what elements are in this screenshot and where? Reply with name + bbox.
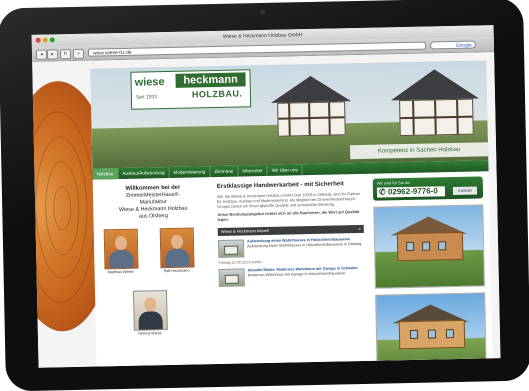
search-label: Google: [455, 42, 472, 49]
half-timbered-house: [277, 101, 346, 137]
nav-item-ausbau[interactable]: Ausbau/Aufstockung: [118, 166, 170, 180]
nav-item-wir-ueber-uns[interactable]: Wir über uns: [267, 164, 303, 176]
tablet-screen: Wiese & Heckmann Holzbau GmbH ◂ ▸ ↻ + ww…: [31, 25, 501, 368]
avatar: [159, 227, 195, 269]
house-roof-2: [390, 68, 480, 101]
team-member-name: Helmut Wiese: [138, 331, 162, 336]
sidebar-column: Wir sind für Sie da ✆ 02962-9776-0 Konta…: [367, 174, 493, 368]
house-roof: [270, 75, 352, 103]
news-date[interactable]: Freitag 23.06.2013 weiter...: [218, 258, 364, 265]
logo-subtitle: HOLZBAU.: [191, 88, 243, 100]
nav-item-holzbau[interactable]: Holzbau: [92, 168, 119, 180]
contact-label: Wir sind für Sie da: [376, 179, 410, 186]
nav-item-infocenter[interactable]: Infocenter: [238, 164, 268, 177]
phone-number-text: 02962-9776-0: [387, 186, 438, 197]
team-member[interactable]: Ralf Heckmann: [159, 227, 195, 274]
welcome-line-4: Wiese & Heckmann Holzbau: [118, 205, 188, 214]
page-background: wiese heckmann Seit 1933 HOLZBAU. Kompet…: [31, 52, 501, 368]
news-item[interactable]: Aufstockung eines Wohnhauses in Holzrahm…: [217, 237, 364, 258]
site-logo[interactable]: wiese heckmann Seit 1933 HOLZBAU.: [130, 69, 252, 110]
intro-paragraph: Wir, die Wiese & Heckmann Holzbau GmbH (…: [216, 191, 360, 209]
house-photo-1[interactable]: [373, 204, 485, 289]
welcome-column: Willkommen bei der ZimmerMeisterHaus®- M…: [93, 180, 217, 366]
team-member-name: Matthias Wiese: [107, 269, 134, 275]
main-headline: Erstklassige Handwerkarbeit - mit Sicher…: [216, 181, 344, 190]
welcome-text: Willkommen bei der ZimmerMeisterHaus®- M…: [93, 184, 214, 222]
team-photos: Matthias Wiese Ralf Heckmann Helmut Wies…: [94, 227, 217, 368]
contact-button[interactable]: Kontakt: [452, 186, 478, 196]
camera-icon: [260, 9, 266, 16]
news-thumbnail: [217, 239, 245, 258]
header-slogan: Kompetenz in Sachen Holzbau: [349, 142, 489, 160]
search-input[interactable]: Google: [429, 40, 476, 50]
news-arrow-icon[interactable]: »: [358, 225, 360, 233]
news-text: Aufstockung eines Wohnhauses in Holzrahm…: [247, 237, 363, 257]
forward-icon[interactable]: ▸: [46, 49, 59, 60]
avatar: [132, 290, 168, 331]
news-text: Aktuelle Bilder: Modernes Wohnhaus mit G…: [248, 266, 358, 286]
logo-word-heckmann: heckmann: [175, 72, 246, 88]
avatar: [103, 228, 139, 270]
reload-icon[interactable]: ↻: [59, 49, 72, 60]
welcome-line-2: ZimmerMeisterHaus®-: [125, 191, 181, 199]
contact-box: Wir sind für Sie da ✆ 02962-9776-0 Konta…: [372, 176, 484, 201]
news-heading-bar: Wiese & Heckmann Aktuell »: [217, 224, 364, 236]
welcome-line-3: Manufaktur: [139, 199, 167, 206]
back-icon[interactable]: ◂: [35, 49, 48, 60]
url-text: www.wiese-hz.de: [92, 49, 132, 57]
team-member-name: Ralf Heckmann: [163, 268, 190, 274]
add-bookmark-icon[interactable]: +: [72, 48, 85, 59]
logo-word-wiese: wiese: [134, 76, 165, 89]
news-heading: Wiese & Heckmann Aktuell: [220, 227, 269, 234]
welcome-line-5: aus Olsberg: [138, 213, 169, 220]
nav-item-modernisierung[interactable]: Modernisierung: [169, 166, 211, 178]
tablet-frame: Wiese & Heckmann Holzbau GmbH ◂ ▸ ↻ + ww…: [0, 0, 529, 391]
phone-number[interactable]: ✆ 02962-9776-0: [376, 186, 446, 198]
nav-item-zimmerei[interactable]: Zimmerei: [210, 165, 239, 178]
news-body: Modernes Wohnhaus mit Garage in Holzrahm…: [247, 271, 347, 278]
main-column: Erstklassige Handwerkarbeit - mit Sicher…: [217, 177, 367, 364]
team-member[interactable]: Matthias Wiese: [103, 228, 139, 275]
news-thumbnail: [218, 268, 245, 287]
house-photo-2[interactable]: [375, 292, 487, 368]
team-member[interactable]: Helmut Wiese: [132, 290, 168, 336]
site-header: wiese heckmann Seit 1933 HOLZBAU. Kompet…: [90, 60, 489, 169]
intro-paragraph-2: Unser Beratungsangebot richtet sich an a…: [217, 209, 360, 222]
website: wiese heckmann Seit 1933 HOLZBAU. Kompet…: [90, 60, 493, 368]
logo-since: Seit 1933: [135, 94, 158, 101]
news-item[interactable]: Aktuelle Bilder: Modernes Wohnhaus mit G…: [218, 266, 365, 287]
half-timbered-house-2: [399, 98, 474, 137]
